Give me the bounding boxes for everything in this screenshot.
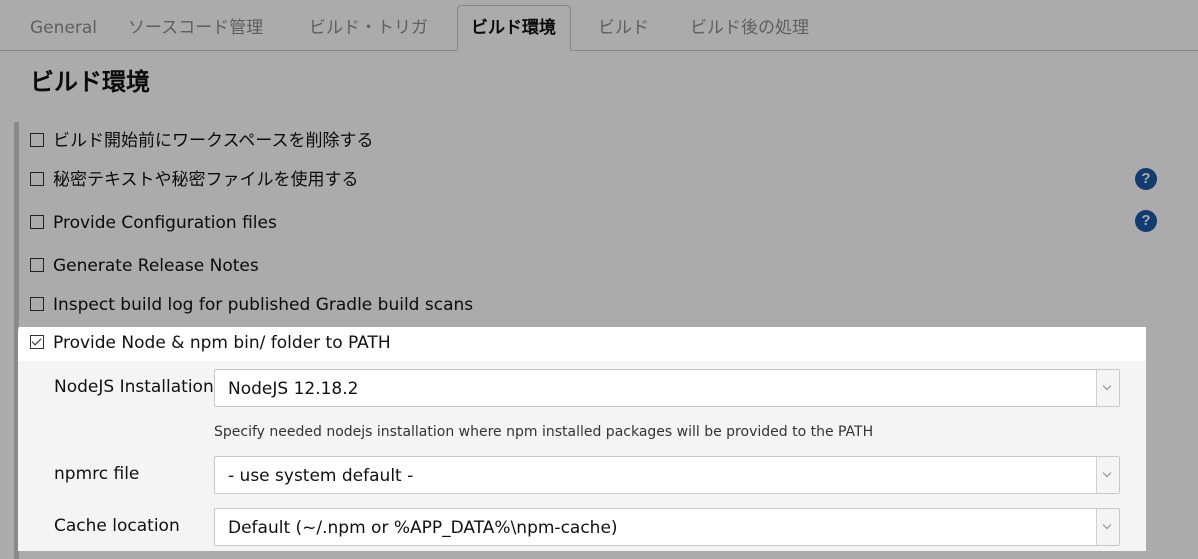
select-value: - use system default - <box>228 466 414 486</box>
nodejs-installation-select[interactable]: NodeJS 12.18.2 <box>214 369 1120 407</box>
cache-location-select[interactable]: Default (~/.npm or %APP_DATA%\npm-cache) <box>214 508 1120 546</box>
npmrc-file-label: npmrc file <box>54 464 140 484</box>
nodejs-installation-hint: Specify needed nodejs installation where… <box>214 424 874 440</box>
select-value: NodeJS 12.18.2 <box>228 379 359 399</box>
npmrc-file-select[interactable]: - use system default - <box>214 456 1120 494</box>
dim-overlay <box>1146 327 1198 559</box>
chevron-down-icon[interactable] <box>1096 370 1119 406</box>
dim-overlay <box>0 0 1198 327</box>
node-npm-checkbox[interactable] <box>30 335 44 349</box>
dim-overlay <box>0 327 18 559</box>
select-value: Default (~/.npm or %APP_DATA%\npm-cache) <box>228 518 618 538</box>
option-label: Provide Node & npm bin/ folder to PATH <box>53 333 391 353</box>
option-provide-node-npm[interactable]: Provide Node & npm bin/ folder to PATH <box>30 331 391 355</box>
dim-overlay <box>18 551 1146 559</box>
nodejs-installation-label: NodeJS Installation <box>54 377 214 397</box>
chevron-down-icon[interactable] <box>1096 457 1119 493</box>
cache-location-label: Cache location <box>54 516 180 536</box>
chevron-down-icon[interactable] <box>1096 509 1119 545</box>
